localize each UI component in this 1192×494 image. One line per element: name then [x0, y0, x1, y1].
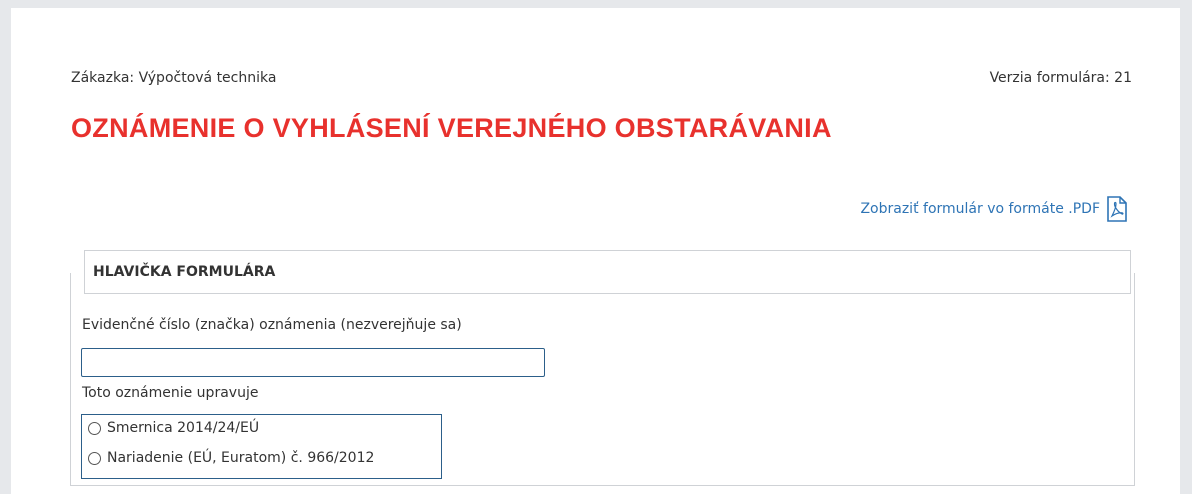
form-header-section: HLAVIČKA FORMULÁRA Evidenčné číslo (znač… [70, 250, 1135, 486]
radio-label: Smernica 2014/24/EÚ [107, 420, 260, 436]
section-title: HLAVIČKA FORMULÁRA [84, 250, 1131, 294]
order-label: Zákazka: Výpočtová technika [71, 70, 277, 86]
form-version: Verzia formulára: 21 [989, 70, 1132, 86]
page-title: OZNÁMENIE O VYHLÁSENÍ VEREJNÉHO OBSTARÁV… [71, 113, 832, 143]
radio-button[interactable] [88, 451, 101, 465]
form-meta-row: Zákazka: Výpočtová technika Verzia formu… [71, 70, 1132, 86]
reference-number-input[interactable] [81, 348, 545, 377]
radio-option-directive[interactable]: Smernica 2014/24/EÚ [88, 420, 259, 436]
radio-label: Nariadenie (EÚ, Euratom) č. 966/2012 [107, 450, 375, 466]
regulation-radio-group: Smernica 2014/24/EÚ Nariadenie (EÚ, Eura… [81, 414, 442, 479]
regulation-label: Toto oznámenie upravuje [82, 385, 259, 401]
radio-button[interactable] [88, 421, 101, 435]
form-page: Zákazka: Výpočtová technika Verzia formu… [11, 8, 1180, 494]
pdf-view-link[interactable]: Zobraziť formulár vo formáte .PDF [860, 196, 1128, 222]
reference-number-label: Evidenčné číslo (značka) oznámenia (nezv… [82, 317, 462, 333]
pdf-icon [1106, 196, 1128, 222]
pdf-link-label: Zobraziť formulár vo formáte .PDF [860, 201, 1100, 217]
radio-option-regulation[interactable]: Nariadenie (EÚ, Euratom) č. 966/2012 [88, 450, 374, 466]
